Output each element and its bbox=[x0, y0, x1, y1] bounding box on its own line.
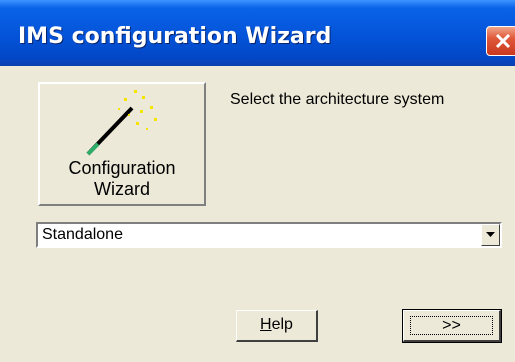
next-label: >> bbox=[442, 317, 461, 334]
instruction-label: Select the architecture system bbox=[230, 91, 445, 108]
close-button[interactable] bbox=[486, 26, 515, 56]
close-icon bbox=[495, 33, 511, 49]
title-bar[interactable]: IMS configuration Wizard bbox=[0, 0, 515, 66]
dropdown-button[interactable] bbox=[481, 224, 500, 246]
help-button[interactable]: Help bbox=[236, 310, 318, 342]
wizard-label-line2: Wizard bbox=[93, 179, 150, 199]
help-mnemonic: H bbox=[260, 316, 272, 333]
architecture-select[interactable]: Standalone bbox=[36, 222, 502, 248]
help-label-rest: elp bbox=[271, 316, 293, 333]
next-button-focus: >> bbox=[410, 316, 493, 335]
magic-wand-icon bbox=[86, 90, 157, 156]
wizard-dialog: IMS configuration Wizard Configuration W bbox=[0, 0, 515, 362]
wizard-logo-panel: Configuration Wizard bbox=[38, 82, 206, 206]
chevron-down-icon bbox=[486, 232, 495, 237]
wizard-logo-label: Configuration Wizard bbox=[40, 158, 204, 200]
window-title: IMS configuration Wizard bbox=[18, 24, 332, 49]
next-button[interactable]: >> bbox=[402, 309, 502, 343]
wizard-label-line1: Configuration bbox=[68, 158, 176, 178]
architecture-select-value: Standalone bbox=[42, 226, 123, 243]
